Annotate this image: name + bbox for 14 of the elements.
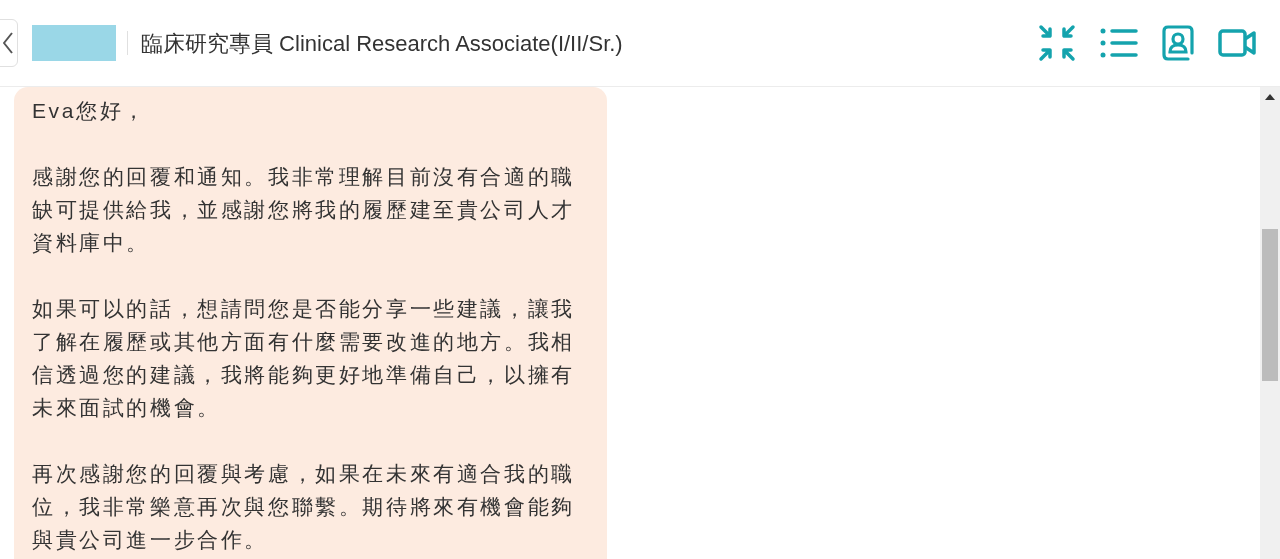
back-icon xyxy=(3,32,13,54)
message-paragraph: Eva您好， xyxy=(32,98,148,124)
scroll-up-icon[interactable] xyxy=(1265,94,1275,100)
list-icon[interactable] xyxy=(1100,28,1138,58)
message-paragraph: 如果可以的話，想請問您是否能分享一些建議，讓我了解在履歷或其他方面有什麼需要改進的地方。我相信透過您的建議，我將能夠更好地準備自己，以擁有未來面試的機會。 xyxy=(32,296,576,421)
message-paragraph: 感謝您的回覆和通知。我非常理解目前沒有合適的職缺可提供給我，並感謝您將我的履歷建至貴公司人才資料庫中。 xyxy=(32,164,576,256)
collapse-icon[interactable] xyxy=(1038,24,1076,62)
scrollbar[interactable] xyxy=(1260,87,1280,559)
contact-card-icon[interactable] xyxy=(1162,25,1194,61)
back-button[interactable] xyxy=(0,19,18,67)
chat-title: 臨床研究專員 Clinical Research Associate(I/II/Sr.) xyxy=(141,29,623,58)
video-camera-icon[interactable] xyxy=(1218,29,1256,57)
message-paragraph: 再次感謝您的回覆與考慮，如果在未來有適合我的職位，我非常樂意再次與您聯繫。期待將來有機會能夠與貴公司進一步合作。 xyxy=(32,461,576,553)
scrollbar-thumb[interactable] xyxy=(1262,229,1278,381)
